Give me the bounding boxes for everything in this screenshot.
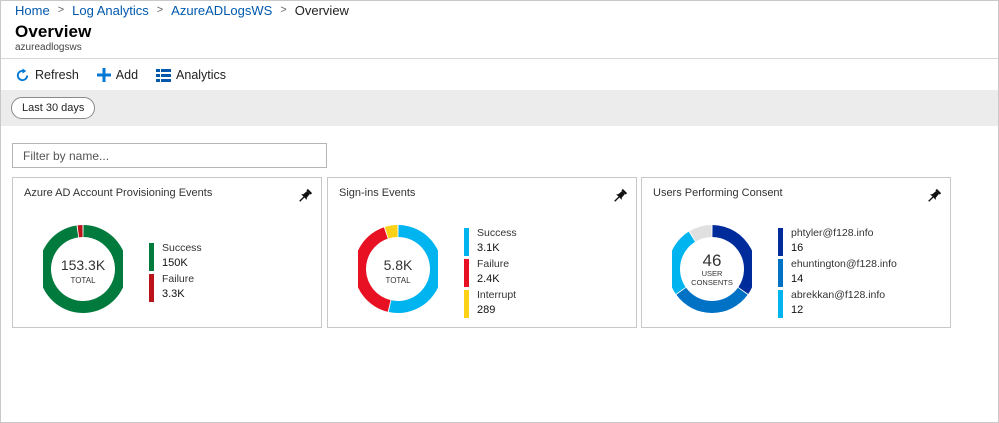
donut-center-label: TOTAL — [70, 276, 96, 285]
donut-center-value: 5.8K — [384, 257, 413, 273]
analytics-label: Analytics — [176, 68, 227, 82]
chevron-right-icon: > — [156, 4, 164, 16]
legend-name: Success — [162, 242, 202, 254]
legend-name: Interrupt — [477, 289, 517, 301]
legend-item[interactable]: Success 150K — [149, 242, 319, 272]
legend-item[interactable]: Success 3.1K — [464, 227, 634, 257]
legend-name: Failure — [162, 273, 195, 285]
donut-center-value: 153.3K — [61, 257, 106, 273]
refresh-button[interactable]: Refresh — [15, 67, 79, 83]
toolbar: Refresh Add Analytics — [15, 65, 244, 85]
filter-by-name-input[interactable] — [12, 143, 327, 168]
donut-center-label: TOTAL — [385, 276, 411, 285]
refresh-label: Refresh — [35, 68, 79, 82]
provisioning-events-tile[interactable]: Azure AD Account Provisioning Events 153… — [12, 177, 322, 328]
analytics-button[interactable]: Analytics — [156, 68, 226, 82]
breadcrumb: Home > Log Analytics > AzureADLogsWS > O… — [15, 2, 349, 18]
legend-swatch — [464, 259, 469, 287]
chevron-right-icon: > — [57, 4, 65, 16]
legend-value: 3.1K — [477, 242, 500, 254]
pin-icon[interactable] — [926, 188, 942, 204]
legend-swatch — [149, 274, 154, 302]
donut-center-label-line1: USER — [702, 269, 723, 278]
legend-swatch — [778, 259, 783, 287]
title-block: Overview azureadlogsws — [15, 22, 91, 53]
page-title: Overview — [15, 22, 92, 41]
pin-icon[interactable] — [297, 188, 313, 204]
legend-name: abrekkan@f128.info — [791, 289, 886, 301]
legend-swatch — [464, 228, 469, 256]
donut-chart: 46 USER CONSENTS — [672, 225, 752, 313]
donut-slice-ehuntington-f128-info[interactable] — [676, 287, 748, 313]
tile-title: Sign-ins Events — [339, 187, 416, 199]
tile-title: Azure AD Account Provisioning Events — [24, 187, 213, 199]
filter-bar: Last 30 days — [1, 90, 998, 126]
legend-value: 3.3K — [162, 288, 185, 300]
legend-swatch — [778, 228, 783, 256]
legend-value: 2.4K — [477, 273, 500, 285]
legend-item[interactable]: Failure 3.3K — [149, 273, 319, 303]
legend-value: 14 — [791, 273, 804, 285]
donut-center-label-line2: CONSENTS — [691, 278, 733, 287]
legend-item[interactable]: ehuntington@f128.info 14 — [778, 258, 948, 288]
donut-chart: 5.8K TOTAL — [358, 225, 438, 313]
breadcrumb-current: Overview — [294, 2, 349, 18]
legend-item[interactable]: Interrupt 289 — [464, 289, 634, 319]
sign-ins-events-tile[interactable]: Sign-ins Events 5.8K TOTAL Success 3.1K … — [327, 177, 637, 328]
time-range-pill[interactable]: Last 30 days — [11, 97, 96, 119]
legend-value: 16 — [791, 242, 804, 254]
analytics-grid-icon — [156, 68, 172, 82]
legend-swatch — [464, 290, 469, 318]
legend-name: Failure — [477, 258, 510, 270]
plus-icon — [96, 68, 111, 82]
legend-value: 12 — [791, 304, 804, 316]
users-performing-consent-tile[interactable]: Users Performing Consent 46 USER CONSENT… — [641, 177, 951, 328]
legend-item[interactable]: phtyler@f128.info 16 — [778, 227, 948, 257]
legend-name: phtyler@f128.info — [791, 227, 874, 239]
add-button[interactable]: Add — [96, 68, 139, 82]
legend-item[interactable]: abrekkan@f128.info 12 — [778, 289, 948, 319]
breadcrumb-workspace-link[interactable]: AzureADLogsWS — [171, 3, 272, 18]
chevron-right-icon: > — [280, 4, 287, 16]
legend-value: 150K — [162, 257, 188, 269]
tile-title: Users Performing Consent — [653, 187, 783, 199]
legend-name: ehuntington@f128.info — [791, 258, 897, 270]
legend-swatch — [149, 243, 154, 271]
donut-chart: 153.3K TOTAL — [43, 225, 123, 313]
legend-swatch — [778, 290, 783, 318]
divider — [1, 58, 998, 59]
page-subtitle: azureadlogsws — [15, 42, 82, 53]
donut-center-value: 46 — [703, 251, 722, 270]
legend-item[interactable]: Failure 2.4K — [464, 258, 634, 288]
breadcrumb-home-link[interactable]: Home — [15, 3, 50, 18]
refresh-icon — [16, 67, 29, 81]
add-label: Add — [115, 68, 139, 82]
legend-value: 289 — [477, 304, 496, 316]
donut-slice-failure[interactable] — [77, 225, 83, 238]
breadcrumb-log-analytics-link[interactable]: Log Analytics — [72, 3, 149, 18]
pin-icon[interactable] — [612, 188, 628, 204]
legend-name: Success — [477, 227, 517, 239]
